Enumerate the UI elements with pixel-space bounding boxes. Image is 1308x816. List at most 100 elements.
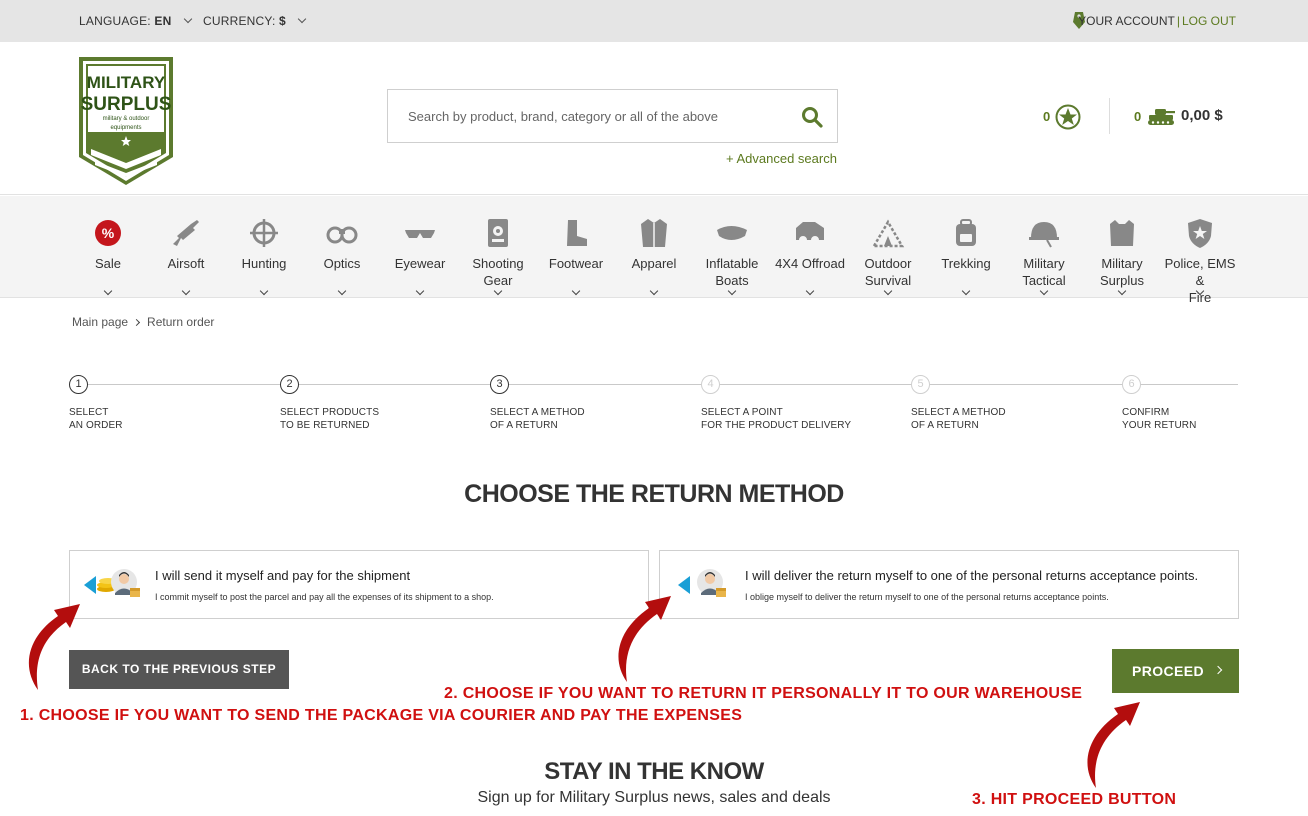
category-outdoor-survival[interactable]: Outdoor Survival [848, 216, 928, 296]
search-input[interactable] [408, 90, 788, 142]
logo-text-military: MILITARY [87, 73, 166, 92]
logo-text-equipments: equipments [110, 125, 141, 131]
military-surplus-logo[interactable]: MILITARY SURPLUS military & outdoor equi… [79, 57, 173, 185]
category-eyewear[interactable]: Eyewear [380, 216, 460, 296]
breadcrumb-current: Return order [147, 315, 215, 329]
category-footwear[interactable]: Footwear [536, 216, 616, 296]
logo-text-surplus: SURPLUS [81, 94, 172, 115]
page-title: CHOOSE THE RETURN METHOD [464, 480, 844, 508]
advanced-search-link[interactable]: + Advanced search [726, 151, 837, 166]
currency-selector[interactable]: CURRENCY: $ [203, 14, 307, 28]
boot-icon [567, 220, 587, 246]
your-account-link[interactable]: YOUR ACCOUNT [1078, 14, 1175, 28]
category-label: Police, EMS & Fire [1164, 256, 1236, 305]
helmet-icon [1029, 222, 1059, 248]
category-label: Apparel [631, 256, 677, 271]
category-police-ems--fire[interactable]: Police, EMS & Fire [1160, 216, 1240, 306]
rifle-icon [173, 220, 199, 246]
category-sale[interactable]: % Sale [68, 216, 148, 296]
option2-title: I will deliver the return myself to one … [745, 568, 1199, 583]
category-label: Military Tactical [1022, 256, 1066, 288]
category-hunting[interactable]: Hunting [224, 216, 304, 296]
language-label: LANGUAGE: [79, 14, 151, 28]
sale-icon: % [95, 220, 121, 246]
category-label: Optics [323, 256, 361, 271]
step-label-line2: TO BE RETURNED [280, 420, 370, 431]
chevron-down-icon [298, 14, 307, 24]
category-military-surplus[interactable]: Military Surplus [1082, 216, 1162, 296]
logout-link[interactable]: LOG OUT [1182, 14, 1236, 28]
search-icon[interactable] [801, 106, 823, 128]
sunglasses-icon [405, 230, 435, 238]
category-label: Shooting Gear [472, 256, 524, 288]
chevron-down-icon [181, 286, 191, 296]
category-label: Military Surplus [1099, 256, 1145, 288]
currency-label: CURRENCY: [203, 14, 276, 28]
badge-icon [1188, 219, 1212, 248]
step-label-line2: OF A RETURN [490, 420, 558, 431]
annotation-note-1: 1. CHOOSE IF YOU WANT TO SEND THE PACKAG… [20, 707, 743, 724]
return-option-personal-delivery[interactable]: I will deliver the return myself to one … [659, 550, 1239, 619]
header-divider [1109, 98, 1110, 134]
tank-icon [1148, 109, 1175, 125]
cart-total: 0,00 $ [1181, 107, 1223, 124]
account-links: YOUR ACCOUNT | LOG OUT [1078, 14, 1236, 28]
site-header: MILITARY SURPLUS military & outdoor equi… [0, 42, 1308, 195]
binoculars-icon [326, 226, 358, 244]
category-label: Hunting [241, 256, 287, 271]
category-label: Outdoor Survival [864, 256, 912, 288]
step-3: 3 SELECT A METHOD OF A RETURN [490, 375, 690, 432]
tent-icon [871, 219, 905, 248]
step-label-line1: SELECT A POINT [701, 407, 783, 418]
chevron-down-icon [649, 286, 659, 296]
annotation-arrow-2 [618, 596, 671, 682]
breadcrumb-home-link[interactable]: Main page [72, 315, 128, 329]
category-trekking[interactable]: Trekking [926, 216, 1006, 296]
language-value: EN [154, 14, 172, 28]
step-label-line1: CONFIRM [1122, 407, 1170, 418]
category-nav: % Sale Airsoft Hunting Optics Eyewear Shooting… [0, 196, 1308, 305]
cart-count: 0 [1134, 109, 1142, 124]
category-label: Airsoft [167, 256, 205, 271]
category-label: Eyewear [394, 256, 446, 271]
search-bar [387, 89, 838, 143]
chevron-down-icon [183, 14, 193, 24]
category-military-tactical[interactable]: Military Tactical [1004, 216, 1084, 296]
step-number: 2 [280, 375, 299, 394]
category-airsoft[interactable]: Airsoft [146, 216, 226, 296]
chevron-down-icon [259, 286, 269, 296]
proceed-button[interactable]: PROCEED [1112, 649, 1239, 693]
step-1: 1 SELECT AN ORDER [69, 375, 269, 432]
category-apparel[interactable]: Apparel [614, 216, 694, 296]
step-number: 1 [69, 375, 88, 394]
step-label-line1: SELECT PRODUCTS [280, 407, 380, 418]
category-4x4-offroad[interactable]: 4X4 Offroad [770, 216, 850, 296]
favorites-widget[interactable]: 0 [1043, 104, 1083, 130]
boat-icon [717, 226, 747, 240]
star-badge-icon [1055, 104, 1081, 130]
step-number: 3 [490, 375, 509, 394]
chevron-right-icon [133, 318, 141, 327]
step-label-line2: AN ORDER [69, 420, 123, 431]
step-label-line1: SELECT A METHOD [911, 407, 1006, 418]
step-number: 6 [1122, 375, 1141, 394]
offroad-icon [796, 222, 824, 240]
category-shooting-gear[interactable]: Shooting Gear [458, 216, 538, 296]
language-selector[interactable]: LANGUAGE: EN [79, 14, 193, 28]
jacket-icon [641, 219, 667, 247]
target-badge-icon [488, 219, 508, 247]
logo-text-tagline: military & outdoor [103, 116, 150, 122]
return-option-self-ship[interactable]: I will send it myself and pay for the sh… [69, 550, 649, 619]
category-inflatable-boats[interactable]: Inflatable Boats [692, 216, 772, 296]
category-label: Sale [94, 256, 122, 271]
backpack-icon [956, 219, 976, 246]
step-label-line2: FOR THE PRODUCT DELIVERY [701, 420, 852, 431]
breadcrumb: Main page Return order [72, 315, 214, 329]
account-separator: | [1176, 14, 1180, 28]
step-number: 4 [701, 375, 720, 394]
category-label: Inflatable Boats [705, 256, 759, 288]
category-optics[interactable]: Optics [302, 216, 382, 296]
back-to-previous-step-button[interactable]: BACK TO THE PREVIOUS STEP [69, 650, 289, 689]
chevron-down-icon [805, 286, 815, 296]
chevron-down-icon [103, 286, 113, 296]
